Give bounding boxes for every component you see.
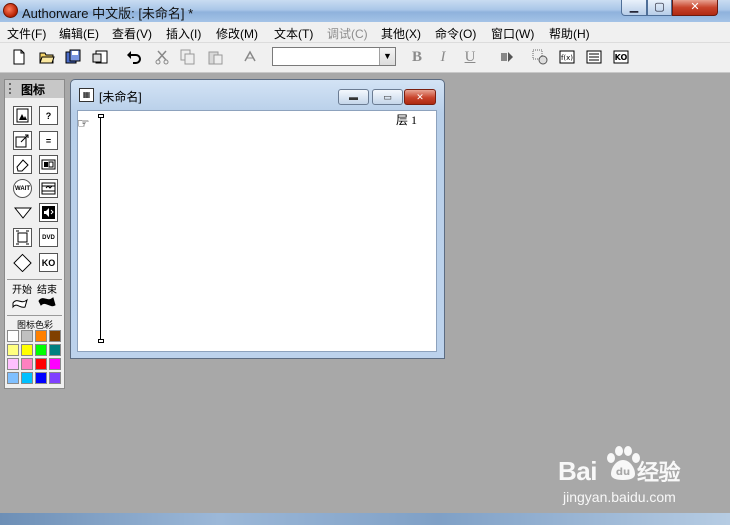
design-minimize-button[interactable]: ▬ [338, 89, 369, 105]
dvd-icon[interactable]: DVD [39, 228, 58, 247]
color-swatch[interactable] [21, 372, 33, 384]
palette-title: 图标 [21, 83, 46, 97]
knowledge-objects-icon[interactable]: KO [611, 47, 631, 67]
taskbar-strip [0, 513, 730, 525]
undo-icon[interactable] [124, 47, 144, 67]
interaction-icon[interactable]: ? [39, 106, 58, 125]
color-swatch[interactable] [35, 372, 47, 384]
paw-logo-icon: du [607, 446, 640, 480]
design-window-icon[interactable]: ▦ [79, 88, 94, 102]
italic-button[interactable]: I [433, 47, 453, 67]
color-swatch[interactable] [35, 344, 47, 356]
menu-commands[interactable]: 命令(O) [435, 25, 476, 42]
design-window-title: [未命名] [99, 90, 142, 104]
layer-label: 层 1 [396, 113, 418, 127]
color-swatch[interactable] [49, 344, 61, 356]
menu-modify[interactable]: 修改(M) [216, 25, 258, 42]
sound-icon[interactable] [39, 203, 58, 222]
cut-icon[interactable] [152, 47, 172, 67]
color-swatch[interactable] [49, 330, 61, 342]
new-file-icon[interactable] [9, 47, 29, 67]
end-flag-label: 结束 [37, 285, 57, 296]
menu-debug[interactable]: 调试(C) [327, 25, 368, 42]
color-swatch[interactable] [7, 358, 19, 370]
color-swatch[interactable] [21, 358, 33, 370]
color-swatch[interactable] [35, 330, 47, 342]
control-panel-icon[interactable] [530, 47, 550, 67]
underline-button[interactable]: U [460, 47, 480, 67]
menu-edit[interactable]: 编辑(E) [59, 25, 99, 42]
color-swatch[interactable] [35, 358, 47, 370]
erase-icon[interactable] [13, 155, 32, 174]
menu-other[interactable]: 其他(X) [381, 25, 421, 42]
design-canvas[interactable] [77, 110, 437, 352]
svg-text:du: du [616, 467, 630, 478]
menu-view[interactable]: 查看(V) [112, 25, 152, 42]
color-swatch[interactable] [21, 330, 33, 342]
import-icon[interactable] [90, 47, 110, 67]
menu-file[interactable]: 文件(F) [7, 25, 46, 42]
start-flag-icon[interactable] [12, 295, 30, 312]
run-icon[interactable] [497, 47, 517, 67]
svg-text:KO: KO [615, 53, 628, 62]
wait-icon[interactable]: WAIT [13, 179, 32, 198]
navigate-icon[interactable] [13, 203, 32, 222]
functions-icon[interactable]: f(x) [557, 47, 577, 67]
calculation-icon[interactable]: = [39, 131, 58, 150]
app-logo-icon[interactable] [3, 3, 18, 18]
watermark-url: jingyan.baidu.com [563, 489, 676, 505]
drag-handle-icon[interactable] [9, 83, 15, 94]
watermark-logo-right: 经验 [636, 460, 681, 485]
maximize-button[interactable]: ▢ [647, 0, 672, 16]
map-icon[interactable] [39, 155, 58, 174]
color-swatch[interactable] [21, 344, 33, 356]
digital-movie-icon[interactable] [39, 179, 58, 198]
flowline-end-marker [98, 339, 104, 343]
start-flag-label: 开始 [12, 285, 32, 296]
close-button[interactable]: ✕ [672, 0, 718, 16]
color-swatch[interactable] [7, 344, 19, 356]
color-swatch[interactable] [7, 330, 19, 342]
color-swatch[interactable] [49, 372, 61, 384]
text-style-combo[interactable] [272, 47, 396, 66]
variables-icon[interactable] [584, 47, 604, 67]
paste-icon[interactable] [205, 47, 225, 67]
design-maximize-button[interactable]: ▭ [372, 89, 403, 105]
flowline-start-marker [98, 114, 104, 118]
open-file-icon[interactable] [37, 47, 57, 67]
display-icon[interactable] [13, 106, 32, 125]
chevron-down-icon[interactable]: ▼ [379, 48, 395, 65]
window-title: Authorware 中文版: [未命名] * [22, 6, 194, 21]
save-all-icon[interactable] [63, 47, 83, 67]
minimize-button[interactable]: ▁ [621, 0, 647, 16]
menu-help[interactable]: 帮助(H) [549, 25, 590, 42]
flowline[interactable] [100, 117, 101, 341]
decision-icon[interactable] [13, 253, 32, 272]
end-flag-icon[interactable] [38, 295, 56, 312]
motion-icon[interactable] [13, 131, 32, 150]
svg-text:f(x): f(x) [561, 54, 573, 62]
copy-icon[interactable] [178, 47, 198, 67]
paste-hand-icon: ☞ [77, 115, 90, 131]
menu-text[interactable]: 文本(T) [274, 25, 313, 42]
color-swatch[interactable] [49, 358, 61, 370]
color-swatch[interactable] [7, 372, 19, 384]
framework-icon[interactable] [13, 228, 32, 247]
design-close-button[interactable]: ✕ [404, 89, 436, 105]
icon-color-grid [7, 330, 63, 386]
find-icon[interactable] [240, 47, 260, 67]
knowledge-object-icon[interactable]: KO [39, 253, 58, 272]
menu-insert[interactable]: 插入(I) [166, 25, 201, 42]
watermark-logo-left: Bai [558, 456, 597, 486]
bold-button[interactable]: B [407, 47, 427, 67]
menu-window[interactable]: 窗口(W) [491, 25, 534, 42]
